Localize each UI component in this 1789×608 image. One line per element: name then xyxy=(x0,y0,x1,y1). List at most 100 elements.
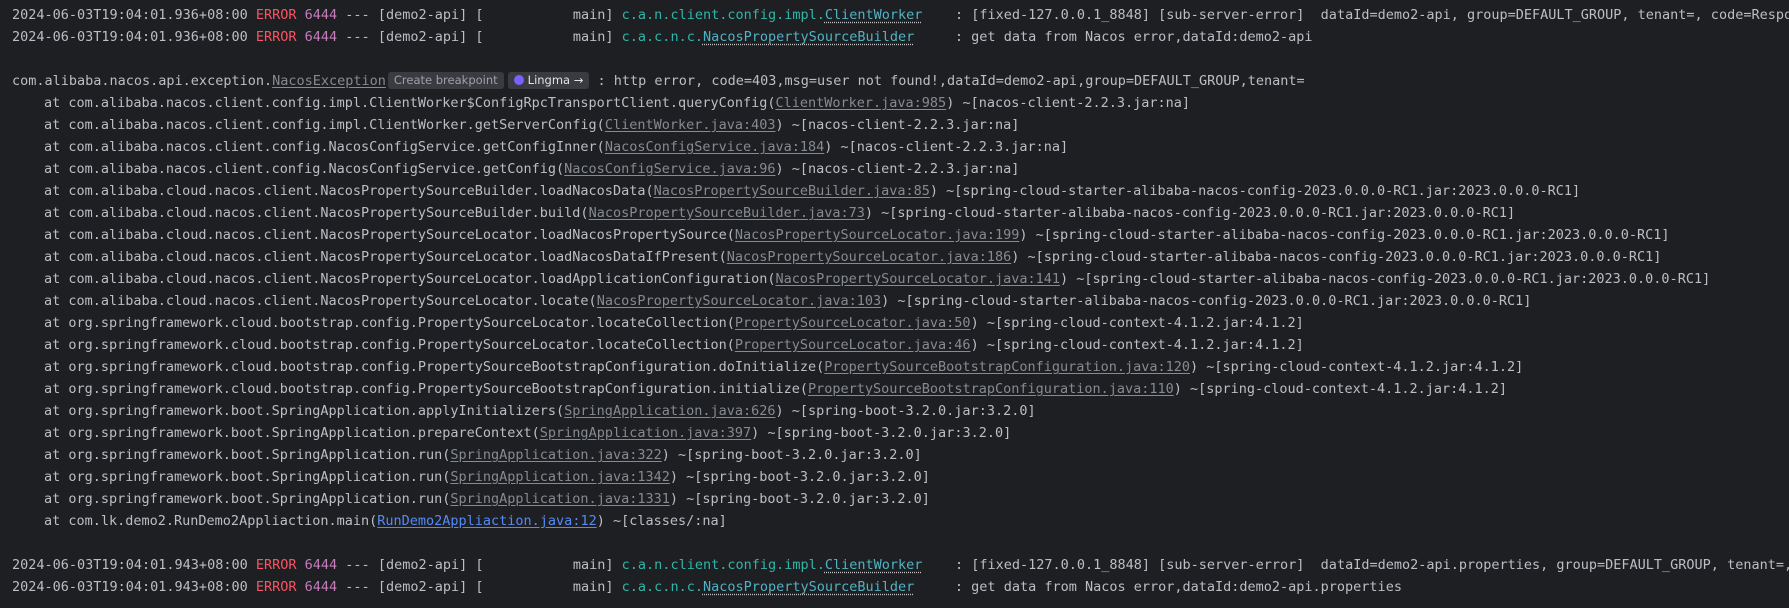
stack-frame-method: at com.alibaba.nacos.client.config.impl.… xyxy=(44,117,605,133)
stack-frame: at com.alibaba.nacos.client.config.impl.… xyxy=(0,92,1789,114)
stack-frame-jar: ) ~[spring-boot-3.2.0.jar:3.2.0] xyxy=(751,425,1012,441)
source-link[interactable]: NacosConfigService.java:96 xyxy=(564,161,775,177)
source-link[interactable]: SpringApplication.java:1342 xyxy=(450,469,669,485)
stack-frame-method: at com.alibaba.nacos.client.config.Nacos… xyxy=(44,139,605,155)
source-link[interactable]: NacosPropertySourceBuilder.java:85 xyxy=(654,183,930,199)
logger-name: c.a.c.n.c. xyxy=(621,29,703,45)
stack-frame-method: at org.springframework.cloud.bootstrap.c… xyxy=(44,381,809,397)
create-breakpoint-button[interactable]: Create breakpoint xyxy=(387,72,504,89)
stack-frame-jar: ) ~[nacos-client-2.2.3.jar:na] xyxy=(946,95,1191,111)
source-link[interactable]: ClientWorker.java:403 xyxy=(605,117,776,133)
stack-frame-jar: ) ~[classes/:na] xyxy=(596,513,727,529)
stack-frame-method: at org.springframework.cloud.bootstrap.c… xyxy=(44,337,735,353)
stack-frame-jar: ) ~[spring-cloud-starter-alibaba-nacos-c… xyxy=(881,293,1532,309)
source-link[interactable]: NacosPropertySourceLocator.java:141 xyxy=(776,271,1060,287)
logger-class-link[interactable]: ClientWorker xyxy=(825,557,923,573)
stack-frame: at org.springframework.cloud.bootstrap.c… xyxy=(0,378,1789,400)
source-link[interactable]: ClientWorker.java:985 xyxy=(776,95,947,111)
exception-class-link[interactable]: NacosException xyxy=(272,73,386,89)
logger-name: c.a.n.client.config.impl. xyxy=(621,557,825,573)
lingma-button[interactable]: Lingma → xyxy=(507,72,590,89)
stack-frame-jar: ) ~[nacos-client-2.2.3.jar:na] xyxy=(775,117,1020,133)
logger-name: c.a.c.n.c. xyxy=(621,579,703,595)
log-message: : [fixed-127.0.0.1_8848] [sub-server-err… xyxy=(954,7,1789,23)
log-entry: 2024-06-03T19:04:01.936+08:00 ERROR 6444… xyxy=(12,29,1313,45)
source-link[interactable]: NacosPropertySourceBuilder.java:73 xyxy=(589,205,865,221)
logger-class-link[interactable]: NacosPropertySourceBuilder xyxy=(703,579,914,595)
stack-frame: at com.lk.demo2.RunDemo2Appliaction.main… xyxy=(0,510,1789,532)
exception-message: : http error, code=403,msg=user not foun… xyxy=(597,73,1305,89)
stack-frame-method: at org.springframework.boot.SpringApplic… xyxy=(44,491,451,507)
stack-frame-jar: ) ~[spring-boot-3.2.0.jar:3.2.0] xyxy=(669,491,930,507)
log-message: : get data from Nacos error,dataId:demo2… xyxy=(954,29,1313,45)
stack-frame-jar: ) ~[spring-cloud-context-4.1.2.jar:4.1.2… xyxy=(970,315,1304,331)
stack-frame: at com.alibaba.cloud.nacos.client.NacosP… xyxy=(0,180,1789,202)
stack-frame-method: at com.alibaba.cloud.nacos.client.NacosP… xyxy=(44,293,597,309)
stack-frame-method: at com.alibaba.cloud.nacos.client.NacosP… xyxy=(44,227,735,243)
stack-frame-method: at com.alibaba.cloud.nacos.client.NacosP… xyxy=(44,271,776,287)
source-link[interactable]: RunDemo2Appliaction.java:12 xyxy=(377,513,596,529)
log-entry: 2024-06-03T19:04:01.936+08:00 ERROR 6444… xyxy=(0,4,1789,26)
source-link[interactable]: NacosPropertySourceLocator.java:199 xyxy=(735,227,1019,243)
stack-frame-jar: ) ~[spring-cloud-starter-alibaba-nacos-c… xyxy=(1011,249,1662,265)
stack-frame-jar: ) ~[spring-cloud-starter-alibaba-nacos-c… xyxy=(864,205,1516,221)
source-link[interactable]: SpringApplication.java:626 xyxy=(564,403,775,419)
source-link[interactable]: NacosConfigService.java:184 xyxy=(605,139,824,155)
stack-frame-method: at org.springframework.boot.SpringApplic… xyxy=(44,447,451,463)
stack-frame: at com.alibaba.cloud.nacos.client.NacosP… xyxy=(0,268,1789,290)
logger-name: c.a.n.client.config.impl. xyxy=(621,7,825,23)
stack-frame: at org.springframework.cloud.bootstrap.c… xyxy=(0,356,1789,378)
stack-frame-method: at com.alibaba.nacos.client.config.impl.… xyxy=(44,95,776,111)
stack-frame-method: at com.alibaba.cloud.nacos.client.NacosP… xyxy=(44,205,589,221)
stack-frame: at com.alibaba.nacos.client.config.Nacos… xyxy=(0,158,1789,180)
source-link[interactable]: PropertySourceBootstrapConfiguration.jav… xyxy=(808,381,1174,397)
stack-trace: at com.alibaba.nacos.client.config.impl.… xyxy=(0,92,1789,532)
stack-frame-method: at com.lk.demo2.RunDemo2Appliaction.main… xyxy=(44,513,378,529)
log-entry: 2024-06-03T19:04:01.943+08:00 ERROR 6444… xyxy=(12,579,1402,595)
stack-frame: at org.springframework.boot.SpringApplic… xyxy=(0,444,1789,466)
log-entry: 2024-06-03T19:04:01.943+08:00 ERROR 6444… xyxy=(0,554,1789,576)
stack-frame-method: at com.alibaba.cloud.nacos.client.NacosP… xyxy=(44,249,727,265)
stack-frame: at com.alibaba.nacos.client.config.Nacos… xyxy=(0,136,1789,158)
stack-frame-jar: ) ~[spring-cloud-starter-alibaba-nacos-c… xyxy=(1019,227,1670,243)
stack-frame-method: at org.springframework.boot.SpringApplic… xyxy=(44,469,451,485)
stack-frame-method: at org.springframework.cloud.bootstrap.c… xyxy=(44,359,825,375)
stack-frame-method: at org.springframework.boot.SpringApplic… xyxy=(44,403,565,419)
console-output[interactable]: 2024-06-03T19:04:01.936+08:00 ERROR 6444… xyxy=(0,0,1789,608)
logger-class-link[interactable]: NacosPropertySourceBuilder xyxy=(703,29,914,45)
log-message: : [fixed-127.0.0.1_8848] [sub-server-err… xyxy=(954,557,1789,573)
stack-frame-jar: ) ~[spring-boot-3.2.0.jar:3.2.0] xyxy=(669,469,930,485)
exception-header: com.alibaba.nacos.api.exception.NacosExc… xyxy=(12,72,1305,89)
stack-frame-method: at com.alibaba.cloud.nacos.client.NacosP… xyxy=(44,183,654,199)
stack-frame-jar: ) ~[spring-cloud-starter-alibaba-nacos-c… xyxy=(1059,271,1711,287)
stack-frame-jar: ) ~[spring-cloud-starter-alibaba-nacos-c… xyxy=(929,183,1581,199)
stack-frame-jar: ) ~[spring-cloud-context-4.1.2.jar:4.1.2… xyxy=(1173,381,1508,397)
stack-frame: at org.springframework.boot.SpringApplic… xyxy=(0,400,1789,422)
stack-frame-method: at com.alibaba.nacos.client.config.Nacos… xyxy=(44,161,565,177)
stack-frame: at org.springframework.cloud.bootstrap.c… xyxy=(0,312,1789,334)
source-link[interactable]: NacosPropertySourceLocator.java:103 xyxy=(597,293,881,309)
stack-frame-jar: ) ~[spring-boot-3.2.0.jar:3.2.0] xyxy=(775,403,1036,419)
log-message: : get data from Nacos error,dataId:demo2… xyxy=(954,579,1402,595)
source-link[interactable]: PropertySourceBootstrapConfiguration.jav… xyxy=(824,359,1190,375)
source-link[interactable]: SpringApplication.java:322 xyxy=(450,447,661,463)
stack-frame-method: at org.springframework.boot.SpringApplic… xyxy=(44,425,540,441)
source-link[interactable]: PropertySourceLocator.java:46 xyxy=(735,337,971,353)
source-link[interactable]: SpringApplication.java:397 xyxy=(540,425,751,441)
stack-frame-jar: ) ~[spring-cloud-context-4.1.2.jar:4.1.2… xyxy=(1190,359,1524,375)
lingma-icon xyxy=(513,75,524,85)
stack-frame: at org.springframework.boot.SpringApplic… xyxy=(0,466,1789,488)
stack-frame: at org.springframework.cloud.bootstrap.c… xyxy=(0,334,1789,356)
source-link[interactable]: PropertySourceLocator.java:50 xyxy=(735,315,971,331)
logger-class-link[interactable]: ClientWorker xyxy=(825,7,923,23)
stack-frame-jar: ) ~[spring-cloud-context-4.1.2.jar:4.1.2… xyxy=(970,337,1304,353)
stack-frame: at org.springframework.boot.SpringApplic… xyxy=(0,488,1789,510)
stack-frame: at com.alibaba.cloud.nacos.client.NacosP… xyxy=(0,202,1789,224)
source-link[interactable]: NacosPropertySourceLocator.java:186 xyxy=(727,249,1011,265)
stack-frame-jar: ) ~[spring-boot-3.2.0.jar:3.2.0] xyxy=(661,447,922,463)
stack-frame-jar: ) ~[nacos-client-2.2.3.jar:na] xyxy=(824,139,1069,155)
stack-frame-jar: ) ~[nacos-client-2.2.3.jar:na] xyxy=(775,161,1020,177)
source-link[interactable]: SpringApplication.java:1331 xyxy=(450,491,669,507)
